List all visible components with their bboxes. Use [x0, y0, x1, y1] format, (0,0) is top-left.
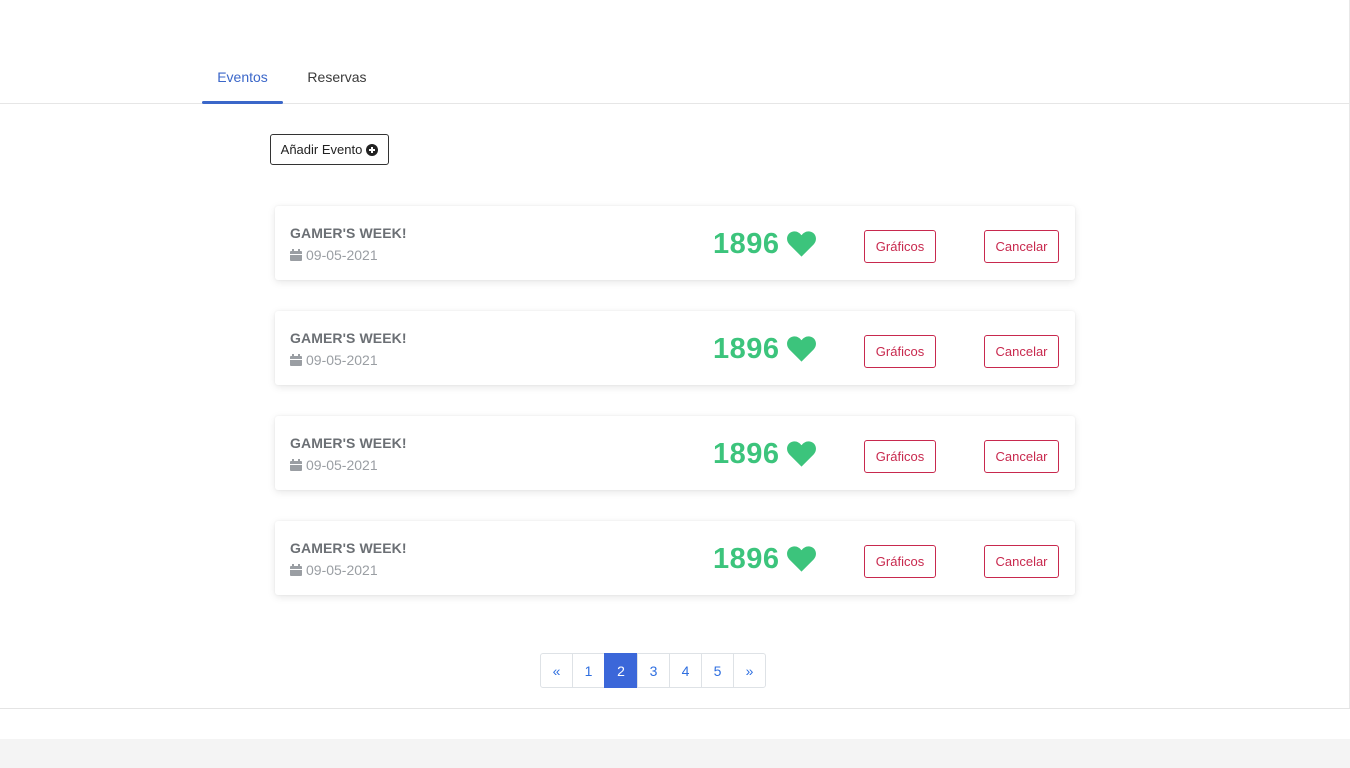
event-title: GAMER'S WEEK! [290, 435, 407, 451]
calendar-icon [290, 564, 302, 576]
cancelar-button[interactable]: Cancelar [984, 230, 1059, 263]
footer [0, 739, 1350, 768]
event-title: GAMER'S WEEK! [290, 330, 407, 346]
heart-icon [786, 231, 816, 257]
graficos-button[interactable]: Gráficos [864, 230, 936, 263]
event-likes: 1896 [713, 434, 817, 474]
cancelar-button[interactable]: Cancelar [984, 440, 1059, 473]
event-date: 09-05-2021 [290, 457, 378, 473]
event-likes: 1896 [713, 329, 817, 369]
heart-icon [786, 336, 816, 362]
tab-reservas-label: Reservas [307, 69, 367, 85]
likes-count: 1896 [713, 227, 780, 260]
event-date-text: 09-05-2021 [306, 457, 378, 473]
event-date: 09-05-2021 [290, 247, 378, 263]
calendar-icon [290, 354, 302, 366]
add-event-label: Añadir Evento [280, 142, 363, 157]
cancelar-button[interactable]: Cancelar [984, 335, 1059, 368]
heart-icon [786, 546, 816, 572]
heart-icon [786, 441, 816, 467]
tab-bar: Eventos Reservas [0, 55, 1350, 104]
page-3-button[interactable]: 3 [637, 653, 670, 688]
calendar-icon [290, 459, 302, 471]
likes-count: 1896 [713, 332, 780, 365]
active-tab-indicator [202, 101, 283, 104]
calendar-icon [290, 249, 302, 261]
event-date-text: 09-05-2021 [306, 247, 378, 263]
event-card: GAMER'S WEEK! 09-05-2021 1896 Gráficos C… [275, 206, 1075, 280]
event-title: GAMER'S WEEK! [290, 225, 407, 241]
likes-count: 1896 [713, 542, 780, 575]
footer-divider [0, 708, 1350, 709]
event-card: GAMER'S WEEK! 09-05-2021 1896 Gráficos C… [275, 311, 1075, 385]
event-likes: 1896 [713, 539, 817, 579]
page-prev-button[interactable]: « [540, 653, 573, 688]
page-2-button[interactable]: 2 [604, 653, 638, 688]
add-event-button[interactable]: Añadir Evento [270, 134, 389, 165]
graficos-button[interactable]: Gráficos [864, 440, 936, 473]
page-1-button[interactable]: 1 [572, 653, 605, 688]
likes-count: 1896 [713, 437, 780, 470]
page-5-button[interactable]: 5 [701, 653, 734, 688]
page-4-button[interactable]: 4 [669, 653, 702, 688]
event-date: 09-05-2021 [290, 352, 378, 368]
page-next-button[interactable]: » [733, 653, 766, 688]
tab-eventos[interactable]: Eventos [202, 55, 283, 104]
page: Eventos Reservas Añadir Evento GAMER'S W… [0, 0, 1350, 768]
event-date-text: 09-05-2021 [306, 352, 378, 368]
event-title: GAMER'S WEEK! [290, 540, 407, 556]
event-card: GAMER'S WEEK! 09-05-2021 1896 Gráficos C… [275, 416, 1075, 490]
plus-circle-icon [366, 143, 379, 156]
graficos-button[interactable]: Gráficos [864, 545, 936, 578]
cancelar-button[interactable]: Cancelar [984, 545, 1059, 578]
graficos-button[interactable]: Gráficos [864, 335, 936, 368]
event-likes: 1896 [713, 224, 817, 264]
event-date: 09-05-2021 [290, 562, 378, 578]
tab-eventos-label: Eventos [217, 69, 268, 85]
pagination: « 1 2 3 4 5 » [540, 653, 766, 688]
event-date-text: 09-05-2021 [306, 562, 378, 578]
event-card: GAMER'S WEEK! 09-05-2021 1896 Gráficos C… [275, 521, 1075, 595]
tab-reservas[interactable]: Reservas [296, 55, 378, 103]
